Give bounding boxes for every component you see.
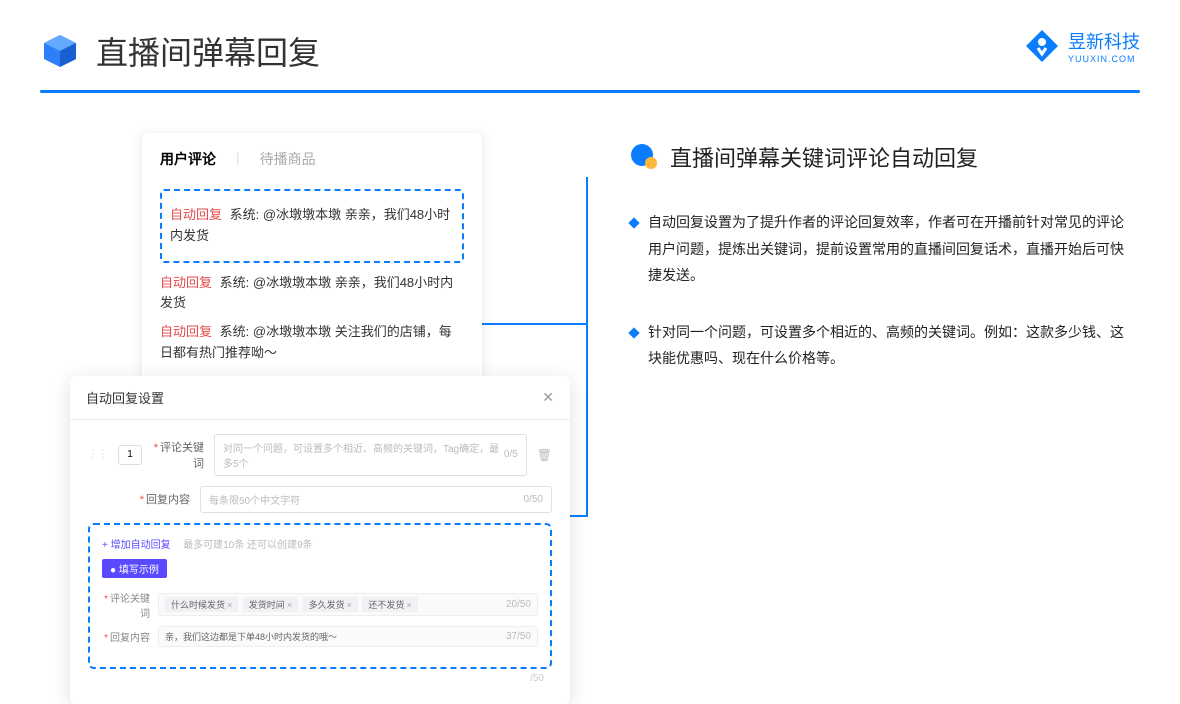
modal-title: 自动回复设置 bbox=[86, 388, 164, 407]
content-label: *回复内容 bbox=[138, 491, 190, 507]
comments-panel: 用户评论 | 待播商品 自动回复 系统: @冰墩墩本墩 亲亲，我们48小时内发货… bbox=[142, 133, 482, 396]
diamond-icon bbox=[628, 327, 639, 338]
brand-icon bbox=[1024, 28, 1060, 64]
bullet-point: 自动回复设置为了提升作者的评论回复效率，作者可在开播前针对常见的评论用户问题，提… bbox=[630, 209, 1130, 289]
keyword-label: *评论关键词 bbox=[152, 439, 204, 471]
auto-reply-settings-modal: 自动回复设置 ✕ ⋮⋮ 1 *评论关键词 对同一个问题，可设置多个相近、高频的关… bbox=[70, 376, 570, 704]
chat-bubble-icon bbox=[630, 143, 658, 171]
ex-keyword-input[interactable]: 什么时候发货× 发货时间× 多久发货× 还不发货× 20/50 bbox=[158, 593, 538, 616]
system-label: 系统: bbox=[220, 324, 250, 339]
description-panel: 直播间弹幕关键词评论自动回复 自动回复设置为了提升作者的评论回复效率，作者可在开… bbox=[630, 133, 1130, 402]
content-input[interactable]: 每条限50个中文字符 0/50 bbox=[200, 486, 552, 513]
bullet-text: 针对同一个问题，可设置多个相近的、高频的关键词。例如：这款多少钱、这块能优惠吗、… bbox=[648, 319, 1130, 372]
highlighted-comment: 自动回复 系统: @冰墩墩本墩 亲亲，我们48小时内发货 bbox=[160, 189, 464, 263]
drag-handle-icon[interactable]: ⋮⋮ bbox=[88, 449, 108, 460]
ex-content-label: *回复内容 bbox=[102, 629, 150, 644]
auto-reply-label: 自动回复 bbox=[160, 275, 212, 290]
example-block: + 增加自动回复 最多可建10条 还可以创建9条 ● 填写示例 *评论关键词 什… bbox=[88, 523, 552, 669]
keyword-tag[interactable]: 多久发货× bbox=[303, 597, 358, 612]
example-badge: ● 填写示例 bbox=[102, 559, 167, 578]
cube-logo-icon bbox=[40, 31, 80, 71]
screenshot-mock: 用户评论 | 待播商品 自动回复 系统: @冰墩墩本墩 亲亲，我们48小时内发货… bbox=[70, 133, 570, 704]
connector-line bbox=[586, 177, 588, 325]
connector-line bbox=[586, 323, 588, 517]
brand-name-en: YUUXIN.COM bbox=[1068, 54, 1140, 64]
keyword-input[interactable]: 对同一个问题，可设置多个相近、高频的关键词，Tag确定，最多5个 0/5 bbox=[214, 434, 527, 476]
ex-content-input[interactable]: 亲，我们这边都是下单48小时内发货的哦～ 37/50 bbox=[158, 626, 538, 647]
system-label: 系统: bbox=[230, 207, 260, 222]
auto-reply-label: 自动回复 bbox=[170, 207, 222, 222]
add-auto-reply-link[interactable]: + 增加自动回复 bbox=[102, 540, 171, 551]
connector-line bbox=[482, 323, 588, 325]
delete-icon[interactable]: 🗑 bbox=[537, 448, 552, 462]
close-icon[interactable]: ✕ bbox=[542, 389, 554, 406]
page-title: 直播间弹幕回复 bbox=[96, 28, 320, 74]
rule-number: 1 bbox=[118, 445, 142, 465]
keyword-tag[interactable]: 发货时间× bbox=[243, 597, 298, 612]
tab-divider: | bbox=[236, 149, 240, 169]
brand-block: 昱新科技 YUUXIN.COM bbox=[1024, 28, 1140, 64]
bullet-point: 针对同一个问题，可设置多个相近的、高频的关键词。例如：这款多少钱、这块能优惠吗、… bbox=[630, 319, 1130, 372]
auto-reply-label: 自动回复 bbox=[160, 324, 212, 339]
ex-keyword-label: *评论关键词 bbox=[102, 590, 150, 620]
keyword-tag[interactable]: 还不发货× bbox=[362, 597, 417, 612]
tab-pending-goods[interactable]: 待播商品 bbox=[260, 149, 316, 169]
diamond-icon bbox=[628, 217, 639, 228]
add-hint: 最多可建10条 还可以创建9条 bbox=[183, 540, 312, 551]
brand-name-cn: 昱新科技 bbox=[1068, 28, 1140, 54]
extra-counter: /50 bbox=[88, 669, 552, 684]
system-label: 系统: bbox=[220, 275, 250, 290]
tab-user-comments[interactable]: 用户评论 bbox=[160, 149, 216, 169]
bullet-text: 自动回复设置为了提升作者的评论回复效率，作者可在开播前针对常见的评论用户问题，提… bbox=[648, 209, 1130, 289]
section-title: 直播间弹幕关键词评论自动回复 bbox=[670, 141, 978, 173]
page-header: 直播间弹幕回复 昱新科技 YUUXIN.COM bbox=[0, 0, 1180, 74]
keyword-tag[interactable]: 什么时候发货× bbox=[165, 597, 238, 612]
